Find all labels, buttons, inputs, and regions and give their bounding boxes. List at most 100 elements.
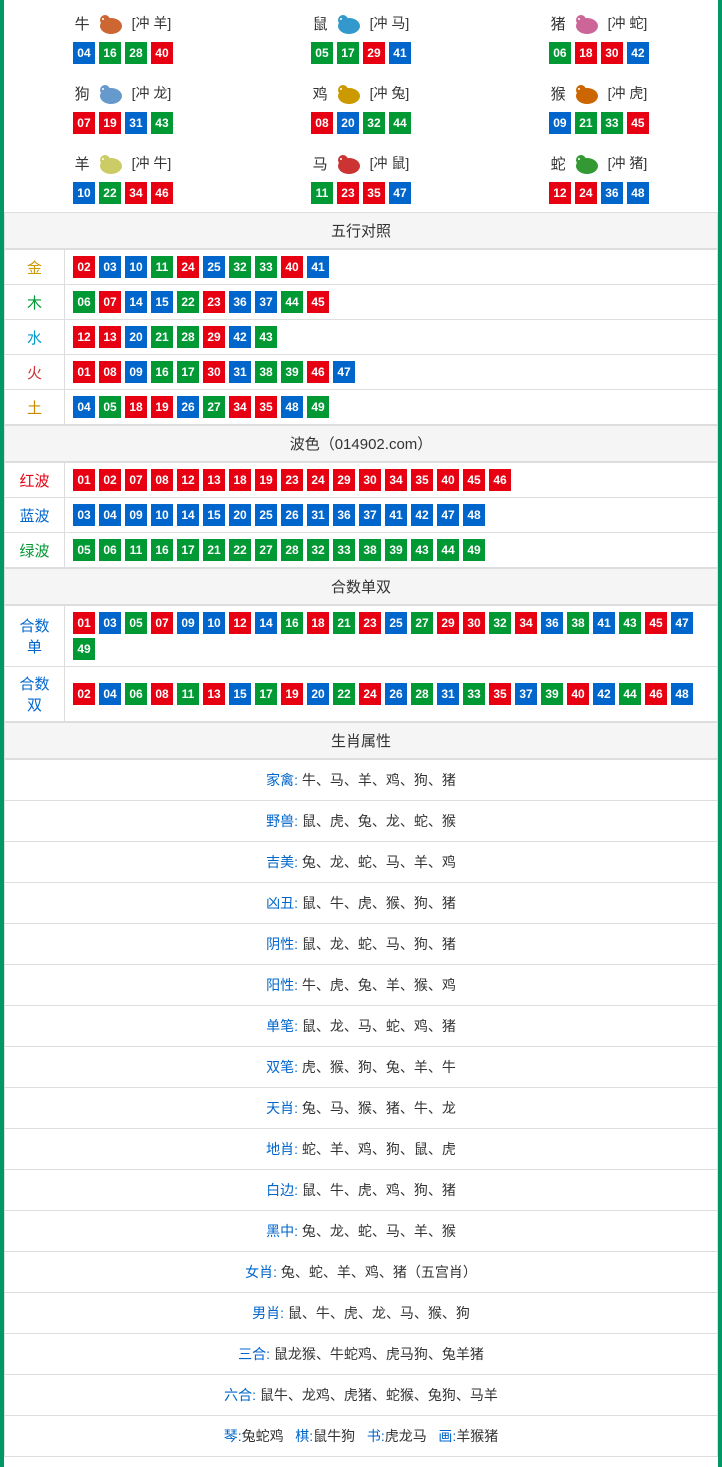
attr-cell: 琴:兔蛇鸡 棋:鼠牛狗 书:虎龙马 画:羊猴猪 [5,1416,718,1457]
zodiac-name: 鼠 [313,13,328,34]
number-balls: 10223446 [8,182,238,204]
row-numbers: 06071415222336374445 [65,285,718,320]
number-ball: 21 [151,326,173,348]
number-ball: 01 [73,469,95,491]
zodiac-cell: 鼠[冲 马]05172941 [242,2,480,72]
number-ball: 48 [627,182,649,204]
attr-row: 男肖: 鼠、牛、虎、龙、马、猴、狗 [5,1293,718,1334]
number-ball: 32 [363,112,385,134]
number-ball: 19 [281,683,303,705]
number-ball: 40 [151,42,173,64]
number-ball: 37 [515,683,537,705]
zodiac-grid: 牛[冲 羊]04162840鼠[冲 马]05172941猪[冲 蛇]061830… [4,2,718,212]
number-ball: 36 [601,182,623,204]
zodiac-animal-icon [570,150,604,176]
number-ball: 21 [333,612,355,634]
attr-value: 兔、龙、蛇、马、羊、鸡 [302,854,456,870]
wuxing-table: 金02031011242532334041木060714152223363744… [4,249,718,425]
attr-cell: 黑中: 兔、龙、蛇、马、羊、猴 [5,1211,718,1252]
number-ball: 30 [463,612,485,634]
number-balls: 11233547 [246,182,476,204]
attr-label: 单笔: [266,1018,298,1034]
number-ball: 14 [177,504,199,526]
number-ball: 41 [593,612,615,634]
number-balls: 06183042 [484,42,714,64]
number-ball: 20 [337,112,359,134]
number-balls: 04162840 [8,42,238,64]
number-ball: 45 [627,112,649,134]
number-ball: 18 [125,396,147,418]
attr-value: 兔蛇鸡 [242,1428,284,1444]
number-ball: 01 [73,612,95,634]
number-ball: 11 [177,683,199,705]
number-ball: 47 [671,612,693,634]
number-ball: 19 [151,396,173,418]
number-ball: 12 [549,182,571,204]
number-ball: 16 [281,612,303,634]
table-row: 合数双0204060811131517192022242628313335373… [5,667,718,722]
number-ball: 47 [333,361,355,383]
number-ball: 22 [99,182,121,204]
attr-value: 鼠、虎、兔、龙、蛇、猴 [302,813,456,829]
number-balls: 05061116172122272832333839434449 [73,539,709,561]
number-ball: 31 [437,683,459,705]
zodiac-animal-icon [570,80,604,106]
number-ball: 25 [255,504,277,526]
zodiac-conflict: [冲 羊] [132,13,172,33]
row-numbers: 05061116172122272832333839434449 [65,533,718,568]
number-ball: 08 [99,361,121,383]
attr-value: 鼠牛狗 [313,1428,355,1444]
number-ball: 44 [619,683,641,705]
number-ball: 05 [311,42,333,64]
row-label: 水 [5,320,65,355]
number-ball: 27 [255,539,277,561]
number-balls: 08203244 [246,112,476,134]
number-ball: 05 [73,539,95,561]
row-label: 合数单 [5,606,65,667]
number-ball: 09 [549,112,571,134]
number-ball: 42 [627,42,649,64]
number-ball: 19 [99,112,121,134]
number-ball: 20 [125,326,147,348]
attr-label: 凶丑: [266,895,298,911]
number-ball: 49 [73,638,95,660]
number-ball: 29 [363,42,385,64]
number-balls: 0108091617303138394647 [73,361,709,383]
number-ball: 47 [437,504,459,526]
number-ball: 32 [489,612,511,634]
number-ball: 41 [389,42,411,64]
zodiac-conflict: [冲 虎] [608,83,648,103]
attr-label: 地肖: [266,1141,298,1157]
number-ball: 43 [411,539,433,561]
number-balls: 1213202128294243 [73,326,709,348]
zodiac-conflict: [冲 兔] [370,83,410,103]
attr-label: 女肖: [245,1264,277,1280]
zodiac-cell: 蛇[冲 猪]12243648 [480,142,718,212]
attr-cell: 单笔: 鼠、龙、马、蛇、鸡、猪 [5,1006,718,1047]
number-ball: 34 [515,612,537,634]
number-ball: 26 [385,683,407,705]
number-ball: 32 [307,539,329,561]
attr-row: 单笔: 鼠、龙、马、蛇、鸡、猪 [5,1006,718,1047]
number-ball: 17 [177,539,199,561]
attr-cell: 地肖: 蛇、羊、鸡、狗、鼠、虎 [5,1129,718,1170]
number-ball: 09 [177,612,199,634]
row-label: 合数双 [5,667,65,722]
number-ball: 43 [619,612,641,634]
number-ball: 04 [73,396,95,418]
number-ball: 05 [99,396,121,418]
attr-cell: 女肖: 兔、蛇、羊、鸡、猪（五宫肖） [5,1252,718,1293]
number-ball: 46 [489,469,511,491]
attr-cell: 双笔: 虎、猴、狗、兔、羊、牛 [5,1047,718,1088]
number-ball: 23 [281,469,303,491]
number-ball: 39 [385,539,407,561]
number-ball: 37 [255,291,277,313]
row-numbers: 1213202128294243 [65,320,718,355]
number-ball: 49 [307,396,329,418]
zodiac-name: 蛇 [551,153,566,174]
number-ball: 14 [255,612,277,634]
number-ball: 17 [255,683,277,705]
attr-label: 双笔: [266,1059,298,1075]
attr-value: 蛇、羊、鸡、狗、鼠、虎 [302,1141,456,1157]
number-ball: 17 [337,42,359,64]
